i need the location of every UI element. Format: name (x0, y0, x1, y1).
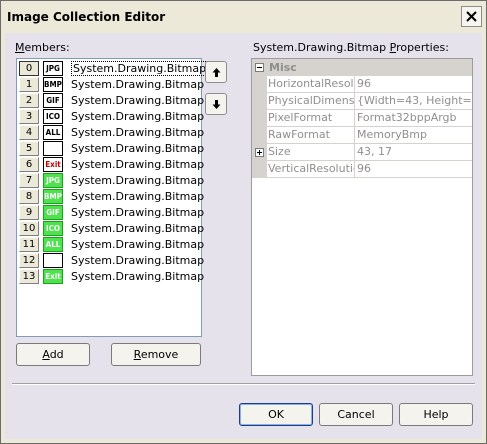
window-title: Image Collection Editor (7, 10, 166, 24)
collapse-icon[interactable] (255, 63, 264, 72)
property-grid[interactable]: Misc HorizontalResolution96PhysicalDimen… (251, 58, 473, 376)
arrow-down-icon (212, 100, 221, 109)
bitmap-thumbnail: Exit (43, 269, 63, 284)
list-item[interactable]: 13 Exit System.Drawing.Bitmap (19, 269, 204, 285)
arrow-up-icon (212, 68, 221, 77)
property-row[interactable]: VerticalResolution96 (267, 161, 472, 178)
add-button[interactable]: Add (16, 343, 90, 366)
item-index: 0 (19, 61, 39, 76)
item-index: 1 (19, 77, 39, 92)
cancel-button[interactable]: Cancel (319, 403, 393, 426)
bitmap-thumbnail: JPG (43, 61, 63, 76)
item-label: System.Drawing.Bitmap (71, 206, 205, 219)
bitmap-thumbnail (43, 253, 63, 268)
property-row[interactable]: PixelFormat Format32bppArgb (267, 110, 472, 127)
item-index: 3 (19, 109, 39, 124)
list-item[interactable]: 1 BMP System.Drawing.Bitmap (19, 77, 204, 93)
dialog-client-area: Members: 0 JPG System.Drawing.Bitmap 1 BMP Sy… (5, 33, 482, 439)
item-label: System.Drawing.Bitmap (71, 110, 205, 123)
property-value[interactable]: 96 (356, 161, 472, 177)
properties-label: System.Drawing.Bitmap Properties: (253, 41, 449, 54)
property-row[interactable]: HorizontalResolution96 (267, 76, 472, 93)
bitmap-thumbnail: GIF (43, 93, 63, 108)
remove-button[interactable]: Remove (111, 343, 201, 366)
item-index: 4 (19, 125, 39, 140)
close-icon (466, 11, 477, 22)
item-label: System.Drawing.Bitmap (71, 222, 205, 235)
category-row-misc[interactable]: Misc (252, 59, 472, 76)
bitmap-thumbnail (43, 141, 63, 156)
item-index: 8 (19, 189, 39, 204)
item-index: 13 (19, 269, 39, 284)
move-up-button[interactable] (205, 61, 227, 83)
property-name: PhysicalDimension (268, 93, 355, 109)
bitmap-thumbnail: Exit (43, 157, 63, 172)
property-value[interactable]: 43, 17 (356, 144, 472, 160)
members-label: Members: (15, 41, 70, 54)
list-item[interactable]: 4 ALL System.Drawing.Bitmap (19, 125, 204, 141)
bitmap-thumbnail: JPG (43, 173, 63, 188)
separator (12, 383, 475, 385)
item-index: 10 (19, 221, 39, 236)
category-label: Misc (269, 61, 297, 74)
item-label: System.Drawing.Bitmap (71, 190, 205, 203)
members-listbox[interactable]: 0 JPG System.Drawing.Bitmap 1 BMP System.Draw… (16, 58, 209, 337)
expand-icon[interactable] (255, 148, 264, 157)
help-button[interactable]: Help (399, 403, 473, 426)
property-row[interactable]: Size 43, 17 (267, 144, 472, 161)
item-label: System.Drawing.Bitmap (71, 174, 205, 187)
item-label: System.Drawing.Bitmap (71, 270, 205, 283)
move-down-button[interactable] (205, 93, 227, 115)
close-button[interactable] (461, 6, 482, 27)
list-item[interactable]: 7 JPG System.Drawing.Bitmap (19, 173, 204, 189)
list-item[interactable]: 6 Exit System.Drawing.Bitmap (19, 157, 204, 173)
list-item[interactable]: 12 System.Drawing.Bitmap (19, 253, 204, 269)
item-index: 7 (19, 173, 39, 188)
title-bar[interactable]: Image Collection Editor (1, 1, 486, 33)
list-item[interactable]: 3 ICO System.Drawing.Bitmap (19, 109, 204, 125)
item-index: 12 (19, 253, 39, 268)
item-label: System.Drawing.Bitmap (71, 94, 205, 107)
property-name: PixelFormat (267, 110, 355, 126)
property-name: HorizontalResolution (268, 76, 355, 92)
item-label: System.Drawing.Bitmap (71, 126, 205, 139)
item-label: System.Drawing.Bitmap (71, 61, 209, 76)
property-name: Size (267, 144, 355, 160)
property-name: RawFormat (267, 127, 355, 143)
item-label: System.Drawing.Bitmap (71, 78, 205, 91)
property-value[interactable]: 96 (356, 76, 472, 92)
list-item[interactable]: 11 ALL System.Drawing.Bitmap (19, 237, 204, 253)
item-index: 5 (19, 141, 39, 156)
property-row[interactable]: PhysicalDimension{Width=43, Height=17} (267, 93, 472, 110)
item-label: System.Drawing.Bitmap (71, 238, 205, 251)
ok-button[interactable]: OK (239, 403, 313, 426)
list-item[interactable]: 5 System.Drawing.Bitmap (19, 141, 204, 157)
property-name: VerticalResolution (267, 161, 355, 177)
property-value[interactable]: MemoryBmp (356, 127, 472, 143)
list-item[interactable]: 0 JPG System.Drawing.Bitmap (19, 61, 209, 77)
bitmap-thumbnail: BMP (43, 77, 63, 92)
bitmap-thumbnail: ALL (43, 125, 63, 140)
item-index: 6 (19, 157, 39, 172)
item-index: 2 (19, 93, 39, 108)
item-label: System.Drawing.Bitmap (71, 254, 205, 267)
bitmap-thumbnail: ICO (43, 109, 63, 124)
item-index: 11 (19, 237, 39, 252)
list-item[interactable]: 10 ICO System.Drawing.Bitmap (19, 221, 204, 237)
bitmap-thumbnail: GIF (43, 205, 63, 220)
list-item[interactable]: 2 GIF System.Drawing.Bitmap (19, 93, 204, 109)
grid-gutter (252, 76, 267, 178)
list-item[interactable]: 9 GIF System.Drawing.Bitmap (19, 205, 204, 221)
item-index: 9 (19, 205, 39, 220)
item-label: System.Drawing.Bitmap (71, 158, 205, 171)
bitmap-thumbnail: ICO (43, 221, 63, 236)
property-value[interactable]: {Width=43, Height=17} (356, 93, 472, 109)
item-label: System.Drawing.Bitmap (71, 142, 205, 155)
property-value[interactable]: Format32bppArgb (356, 110, 472, 126)
bitmap-thumbnail: ALL (43, 237, 63, 252)
property-row[interactable]: RawFormat MemoryBmp (267, 127, 472, 144)
bitmap-thumbnail: BMP (43, 189, 63, 204)
list-item[interactable]: 8 BMP System.Drawing.Bitmap (19, 189, 204, 205)
image-collection-editor-window: Image Collection Editor Members: 0 JPG Sys… (0, 0, 487, 444)
